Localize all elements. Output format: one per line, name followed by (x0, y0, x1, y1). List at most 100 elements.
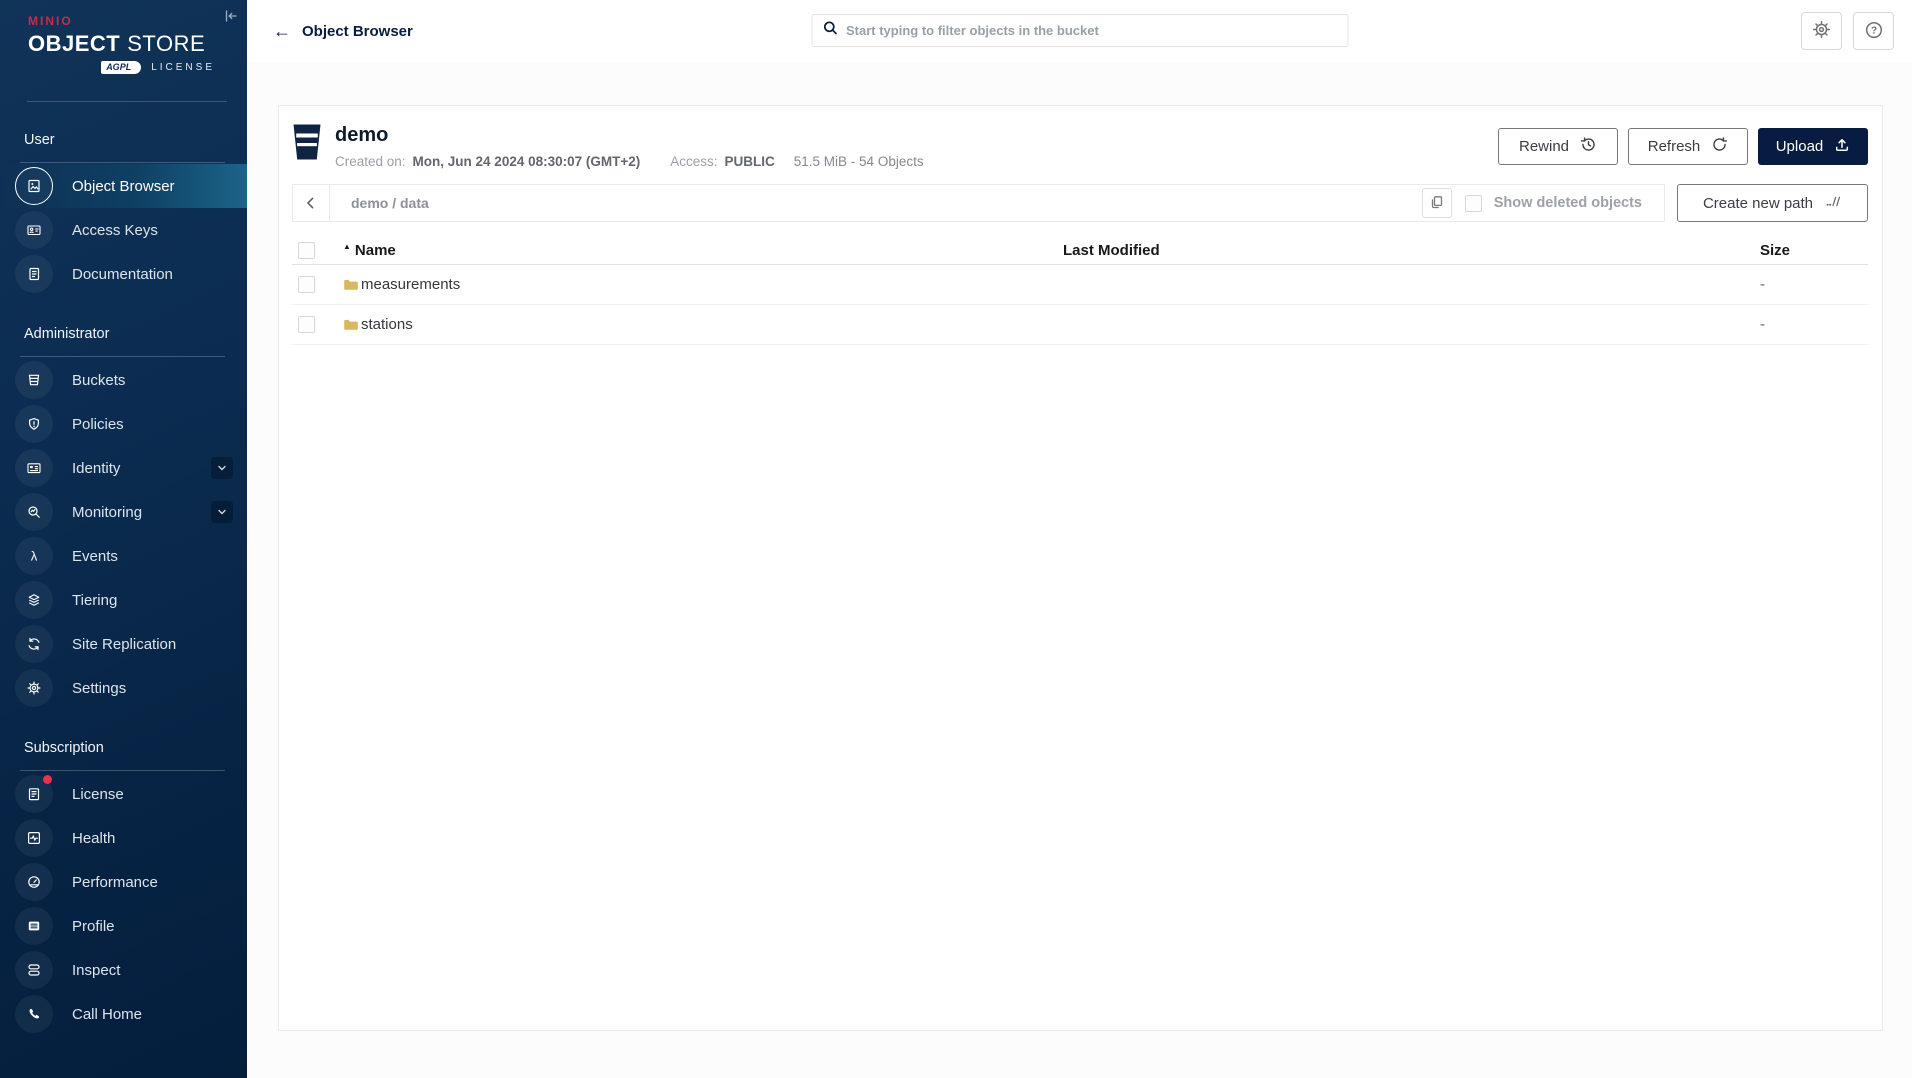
events-lambda-icon: λ (15, 537, 53, 575)
bucket-name: demo (335, 124, 924, 147)
divider (20, 356, 225, 357)
svg-text:?: ? (1870, 25, 1876, 36)
topbar-actions: ? (1801, 12, 1894, 50)
sidebar-item-events[interactable]: λ Events (0, 534, 247, 578)
select-all-cell (292, 242, 343, 259)
created-value: Mon, Jun 24 2024 08:30:07 (GMT+2) (413, 154, 641, 169)
health-icon (15, 819, 53, 857)
access-label: Access: (670, 154, 717, 169)
refresh-button-label: Refresh (1648, 138, 1701, 155)
sidebar-section-subscription: Subscription License Health (0, 740, 247, 1036)
divider (20, 162, 225, 163)
sidebar-item-policies[interactable]: Policies (0, 402, 247, 446)
table-row[interactable]: measurements - (292, 265, 1868, 305)
notification-dot (43, 775, 52, 784)
copy-path-button[interactable] (1422, 188, 1452, 218)
path-back-button[interactable] (293, 185, 330, 221)
sidebar-item-site-replication[interactable]: Site Replication (0, 622, 247, 666)
sidebar-item-inspect[interactable]: Inspect (0, 948, 247, 992)
sidebar-item-label: Access Keys (72, 222, 158, 239)
license-badge-row: AGPL LICENSE (28, 61, 215, 74)
column-header-name[interactable]: ▲ Name (343, 242, 1059, 259)
agpl-badge: AGPL (101, 61, 141, 74)
size-cell: - (1756, 276, 1868, 293)
table-header-row: ▲ Name Last Modified Size (292, 237, 1868, 265)
sidebar-item-label: Inspect (72, 962, 120, 979)
sidebar-item-monitoring[interactable]: Monitoring (0, 490, 247, 534)
upload-button[interactable]: Upload (1758, 128, 1868, 165)
svg-text:λ: λ (31, 548, 38, 563)
sidebar-item-license[interactable]: License (0, 772, 247, 816)
object-name-cell[interactable]: stations (343, 316, 1059, 333)
column-header-last-modified[interactable]: Last Modified (1059, 242, 1756, 259)
sidebar-item-call-home[interactable]: Call Home (0, 992, 247, 1036)
sidebar-item-settings[interactable]: Settings (0, 666, 247, 710)
tiering-icon (15, 581, 53, 619)
row-checkbox[interactable] (298, 316, 315, 333)
minio-logo: MINIO OBJECTSTORE AGPL LICENSE (0, 0, 247, 74)
sidebar-item-label: Object Browser (72, 178, 175, 195)
sidebar-item-access-keys[interactable]: Access Keys (0, 208, 247, 252)
rewind-button[interactable]: Rewind (1498, 128, 1618, 165)
performance-gauge-icon (15, 863, 53, 901)
create-new-path-button[interactable]: Create new path (1677, 184, 1868, 222)
sidebar-item-label: License (72, 786, 124, 803)
help-icon: ? (1864, 20, 1884, 43)
sidebar-item-health[interactable]: Health (0, 816, 247, 860)
search-input[interactable] (846, 23, 1337, 38)
sidebar-item-tiering[interactable]: Tiering (0, 578, 247, 622)
bucket-meta: Created on: Mon, Jun 24 2024 08:30:07 (G… (335, 154, 924, 169)
site-replication-icon (15, 625, 53, 663)
sidebar-section-administrator: Administrator Buckets Policies (0, 326, 247, 710)
settings-button[interactable] (1801, 12, 1842, 50)
sidebar-item-profile[interactable]: Profile (0, 904, 247, 948)
bucket-info: demo Created on: Mon, Jun 24 2024 08:30:… (335, 123, 924, 169)
object-name-cell[interactable]: measurements (343, 276, 1059, 293)
chevron-down-icon[interactable] (211, 501, 233, 523)
folder-icon (343, 318, 359, 331)
sidebar-section-user: User Object Browser Access Keys (0, 132, 247, 296)
sidebar: MINIO OBJECTSTORE AGPL LICENSE User Obje… (0, 0, 247, 1078)
row-checkbox[interactable] (298, 276, 315, 293)
sidebar-item-buckets[interactable]: Buckets (0, 358, 247, 402)
sidebar-item-documentation[interactable]: Documentation (0, 252, 247, 296)
sidebar-nav: User Object Browser Access Keys (0, 102, 247, 1036)
table-row[interactable]: stations - (292, 305, 1868, 345)
rewind-button-label: Rewind (1519, 138, 1569, 155)
policies-icon (15, 405, 53, 443)
help-button[interactable]: ? (1853, 12, 1894, 50)
select-all-checkbox[interactable] (298, 242, 315, 259)
sidebar-item-label: Identity (72, 460, 120, 477)
refresh-button[interactable]: Refresh (1628, 128, 1748, 165)
breadcrumb[interactable]: demo / data (330, 195, 1422, 211)
section-title: Administrator (0, 326, 247, 342)
object-filter-search (811, 14, 1348, 47)
inspect-icon (15, 951, 53, 989)
row-select-cell (292, 276, 343, 293)
access-keys-icon (15, 211, 53, 249)
column-header-size[interactable]: Size (1756, 242, 1868, 259)
call-home-phone-icon (15, 995, 53, 1033)
upload-icon (1834, 137, 1850, 157)
show-deleted-label: Show deleted objects (1494, 195, 1642, 211)
sidebar-item-label: Profile (72, 918, 115, 935)
rewind-icon (1580, 136, 1597, 157)
identity-icon (15, 449, 53, 487)
chevron-down-icon[interactable] (211, 457, 233, 479)
folder-icon (343, 278, 359, 291)
sidebar-item-object-browser[interactable]: Object Browser (0, 164, 247, 208)
license-icon (15, 775, 53, 813)
sidebar-collapse-icon[interactable] (223, 8, 239, 27)
sidebar-item-label: Performance (72, 874, 158, 891)
back-arrow-icon[interactable]: ← (273, 22, 291, 40)
sidebar-item-performance[interactable]: Performance (0, 860, 247, 904)
sidebar-item-identity[interactable]: Identity (0, 446, 247, 490)
sidebar-item-label: Settings (72, 680, 126, 697)
section-title: User (0, 132, 247, 148)
created-label: Created on: (335, 154, 406, 169)
search-icon (822, 20, 838, 41)
sidebar-item-label: Documentation (72, 266, 173, 283)
show-deleted-checkbox[interactable] (1465, 195, 1482, 212)
size-cell: - (1756, 316, 1868, 333)
main-area: ← Object Browser ? (247, 0, 1912, 1078)
